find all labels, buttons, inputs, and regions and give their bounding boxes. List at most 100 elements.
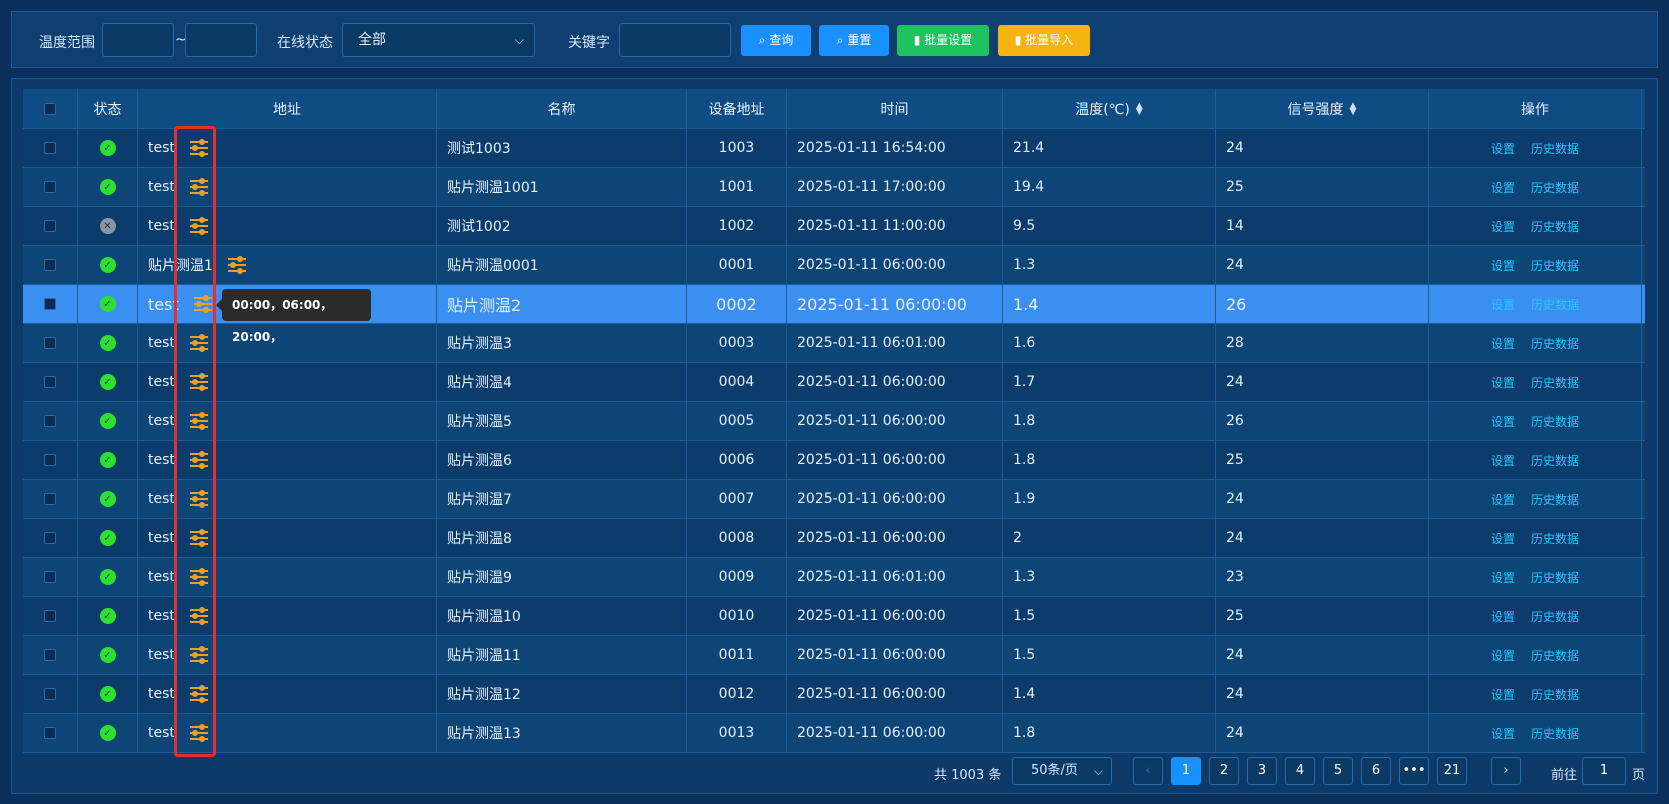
sliders-icon[interactable] xyxy=(193,295,213,313)
temp-min-input[interactable] xyxy=(102,23,174,57)
row-checkbox[interactable] xyxy=(44,142,56,154)
settings-link[interactable]: 设置 xyxy=(1491,452,1515,469)
page-ellipsis[interactable]: ••• xyxy=(1399,757,1429,785)
row-checkbox[interactable] xyxy=(44,415,56,427)
sliders-icon[interactable] xyxy=(189,334,209,352)
page-button[interactable]: 1 xyxy=(1171,757,1201,785)
history-link[interactable]: 历史数据 xyxy=(1531,452,1579,469)
table-row[interactable]: ✓ test 贴片测温6 0006 2025-01-11 06:00:00 1.8 25 设置… xyxy=(23,441,1645,480)
history-link[interactable]: 历史数据 xyxy=(1531,140,1579,157)
settings-link[interactable]: 设置 xyxy=(1491,647,1515,664)
table-row[interactable]: ✓ 贴片测温1 贴片测温0001 0001 2025-01-11 06:00:00 1.3… xyxy=(23,246,1645,285)
sliders-icon[interactable] xyxy=(189,646,209,664)
row-checkbox[interactable] xyxy=(44,298,56,310)
row-checkbox[interactable] xyxy=(44,649,56,661)
page-button[interactable]: 6 xyxy=(1361,757,1391,785)
batch-import-button[interactable]: ▮ 批量导入 xyxy=(998,25,1090,56)
goto-page-input[interactable]: 1 xyxy=(1582,757,1626,785)
row-checkbox[interactable] xyxy=(44,376,56,388)
page-button[interactable]: 4 xyxy=(1285,757,1315,785)
settings-link[interactable]: 设置 xyxy=(1491,257,1515,274)
sort-icon[interactable]: ▲ ▼ xyxy=(1350,101,1357,116)
sliders-icon[interactable] xyxy=(189,373,209,391)
settings-link[interactable]: 设置 xyxy=(1491,569,1515,586)
settings-link[interactable]: 设置 xyxy=(1491,218,1515,235)
history-link[interactable]: 历史数据 xyxy=(1531,569,1579,586)
temp-max-input[interactable] xyxy=(185,23,257,57)
row-checkbox[interactable] xyxy=(44,532,56,544)
sliders-icon[interactable] xyxy=(227,256,247,274)
table-row[interactable]: ✓ test 贴片测温4 0004 2025-01-11 06:00:00 1.7 24 设置… xyxy=(23,363,1645,402)
history-link[interactable]: 历史数据 xyxy=(1531,647,1579,664)
sliders-icon[interactable] xyxy=(189,451,209,469)
settings-link[interactable]: 设置 xyxy=(1491,530,1515,547)
row-checkbox[interactable] xyxy=(44,220,56,232)
table-row[interactable]: ✓ test 贴片测温5 0005 2025-01-11 06:00:00 1.8 26 设置… xyxy=(23,402,1645,441)
sliders-icon[interactable] xyxy=(189,412,209,430)
history-link[interactable]: 历史数据 xyxy=(1531,686,1579,703)
history-link[interactable]: 历史数据 xyxy=(1531,608,1579,625)
page-size-select[interactable]: 50条/页 ⌵ xyxy=(1012,757,1112,785)
row-checkbox[interactable] xyxy=(44,337,56,349)
batch-set-button[interactable]: ▮ 批量设置 xyxy=(897,25,989,56)
page-button[interactable]: 5 xyxy=(1323,757,1353,785)
sliders-icon[interactable] xyxy=(189,490,209,508)
row-checkbox[interactable] xyxy=(44,571,56,583)
sliders-icon[interactable] xyxy=(189,529,209,547)
table-row[interactable]: ✓ test 贴片测温7 0007 2025-01-11 06:00:00 1.9 24 设置… xyxy=(23,480,1645,519)
col-signal[interactable]: 信号强度 ▲ ▼ xyxy=(1216,89,1429,128)
online-status-select[interactable]: 全部 ⌵ xyxy=(342,23,535,57)
history-link[interactable]: 历史数据 xyxy=(1531,413,1579,430)
sliders-icon[interactable] xyxy=(189,685,209,703)
next-page-button[interactable]: › xyxy=(1491,757,1521,785)
page-button[interactable]: 21 xyxy=(1437,757,1467,785)
reset-button[interactable]: ⌕ 重置 xyxy=(819,25,889,56)
row-checkbox[interactable] xyxy=(44,181,56,193)
row-checkbox[interactable] xyxy=(44,259,56,271)
table-row[interactable]: ✓ test 贴片测温1001 1001 2025-01-11 17:00:00 19.4… xyxy=(23,168,1645,207)
history-link[interactable]: 历史数据 xyxy=(1531,374,1579,391)
history-link[interactable]: 历史数据 xyxy=(1531,491,1579,508)
row-checkbox[interactable] xyxy=(44,493,56,505)
table-row[interactable]: ✓ test 测试1003 1003 2025-01-11 16:54:00 21.4 24… xyxy=(23,129,1645,168)
table-row[interactable]: ✕ test 测试1002 1002 2025-01-11 11:00:00 9.5 14 设… xyxy=(23,207,1645,246)
table-row[interactable]: ✓ test 贴片测温11 0011 2025-01-11 06:00:00 1.5 24 设… xyxy=(23,636,1645,675)
table-row[interactable]: ✓ test 贴片测温8 0008 2025-01-11 06:00:00 2 24 设置 历史… xyxy=(23,519,1645,558)
history-link[interactable]: 历史数据 xyxy=(1531,257,1579,274)
history-link[interactable]: 历史数据 xyxy=(1531,725,1579,742)
settings-link[interactable]: 设置 xyxy=(1491,686,1515,703)
row-checkbox[interactable] xyxy=(44,610,56,622)
row-checkbox[interactable] xyxy=(44,454,56,466)
settings-link[interactable]: 设置 xyxy=(1491,413,1515,430)
history-link[interactable]: 历史数据 xyxy=(1531,335,1579,352)
settings-link[interactable]: 设置 xyxy=(1491,608,1515,625)
history-link[interactable]: 历史数据 xyxy=(1531,296,1579,313)
sliders-icon[interactable] xyxy=(189,724,209,742)
select-all-checkbox[interactable] xyxy=(44,102,56,115)
sliders-icon[interactable] xyxy=(189,568,209,586)
sliders-icon[interactable] xyxy=(189,607,209,625)
prev-page-button[interactable]: ‹ xyxy=(1133,757,1163,785)
settings-link[interactable]: 设置 xyxy=(1491,140,1515,157)
settings-link[interactable]: 设置 xyxy=(1491,179,1515,196)
table-row[interactable]: ✓ test 贴片测温12 0012 2025-01-11 06:00:00 1.4 24 设… xyxy=(23,675,1645,714)
sort-icon[interactable]: ▲ ▼ xyxy=(1136,101,1143,116)
sliders-icon[interactable] xyxy=(189,217,209,235)
history-link[interactable]: 历史数据 xyxy=(1531,218,1579,235)
query-button[interactable]: ⌕ 查询 xyxy=(741,25,811,56)
sliders-icon[interactable] xyxy=(189,139,209,157)
sliders-icon[interactable] xyxy=(189,178,209,196)
keyword-input[interactable] xyxy=(619,23,731,57)
table-row[interactable]: ✓ test 贴片测温9 0009 2025-01-11 06:01:00 1.3 23 设置… xyxy=(23,558,1645,597)
table-row[interactable]: ✓ test 贴片测温10 0010 2025-01-11 06:00:00 1.5 25 设… xyxy=(23,597,1645,636)
page-button[interactable]: 2 xyxy=(1209,757,1239,785)
page-button[interactable]: 3 xyxy=(1247,757,1277,785)
settings-link[interactable]: 设置 xyxy=(1491,335,1515,352)
table-row[interactable]: ✓ test 贴片测温13 0013 2025-01-11 06:00:00 1.8 24 设… xyxy=(23,714,1645,753)
history-link[interactable]: 历史数据 xyxy=(1531,530,1579,547)
settings-link[interactable]: 设置 xyxy=(1491,491,1515,508)
settings-link[interactable]: 设置 xyxy=(1491,725,1515,742)
settings-link[interactable]: 设置 xyxy=(1491,296,1515,313)
settings-link[interactable]: 设置 xyxy=(1491,374,1515,391)
col-temperature[interactable]: 温度(℃) ▲ ▼ xyxy=(1003,89,1216,128)
